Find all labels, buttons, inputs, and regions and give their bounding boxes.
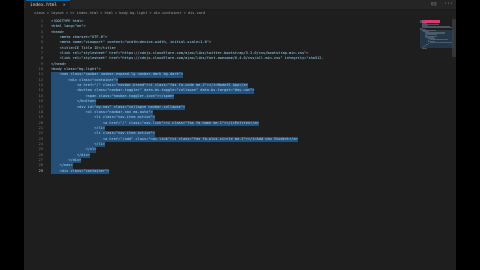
code-editor[interactable]: index.html × ▯▯ ··· views > layout > <> inde… [24,0,456,270]
minimap-line [424,45,427,46]
minimap-line [423,46,425,47]
breadcrumb: views > layout > <> index.html > html > body.bg-… [24,10,456,17]
minimap[interactable] [420,19,456,79]
code-line[interactable]: 29 <div class="container"> [24,168,456,174]
scrollbar-thumb[interactable] [452,19,456,57]
close-icon[interactable]: × [63,3,66,8]
code-area[interactable]: 1 <!DOCTYPE html> 2 <html lang="en"> 3 <head>… [24,19,456,174]
breadcrumb-item[interactable]: body.bg-light [119,11,147,15]
minimap-line [421,27,452,28]
breadcrumb-item[interactable]: div.container [154,11,182,15]
tab-label: index.html [30,3,58,8]
tab-bar: index.html × ▯▯ ··· [24,0,456,10]
breadcrumb-item[interactable]: layout [51,11,64,15]
breadcrumb-separator: > [65,11,69,15]
editor-actions: ▯▯ ··· [427,0,453,9]
tab-index-html[interactable]: index.html × [26,0,70,10]
more-actions-icon[interactable]: ··· [444,1,453,7]
breadcrumb-separator: > [149,11,152,15]
minimap-line [426,44,428,45]
breadcrumb-item[interactable]: views [34,11,45,15]
split-editor-icon[interactable]: ▯▯ [431,1,437,7]
line-number: 29 [38,168,43,173]
minimap-line [421,48,428,49]
minimap-line [429,39,448,40]
code-text[interactable]: <div class="container"> [51,168,110,174]
breadcrumb-item[interactable]: <> index.html [70,11,98,15]
breadcrumb-separator: > [100,11,103,15]
breadcrumb-item[interactable]: div.card [188,11,205,15]
minimap-line [426,34,437,35]
breadcrumb-item[interactable]: html [104,11,113,15]
breadcrumb-separator: > [46,11,49,15]
breadcrumb-separator: > [183,11,186,15]
breadcrumb-separator: > [115,11,118,15]
minimap-line [428,43,430,44]
minimap-line [429,42,453,43]
